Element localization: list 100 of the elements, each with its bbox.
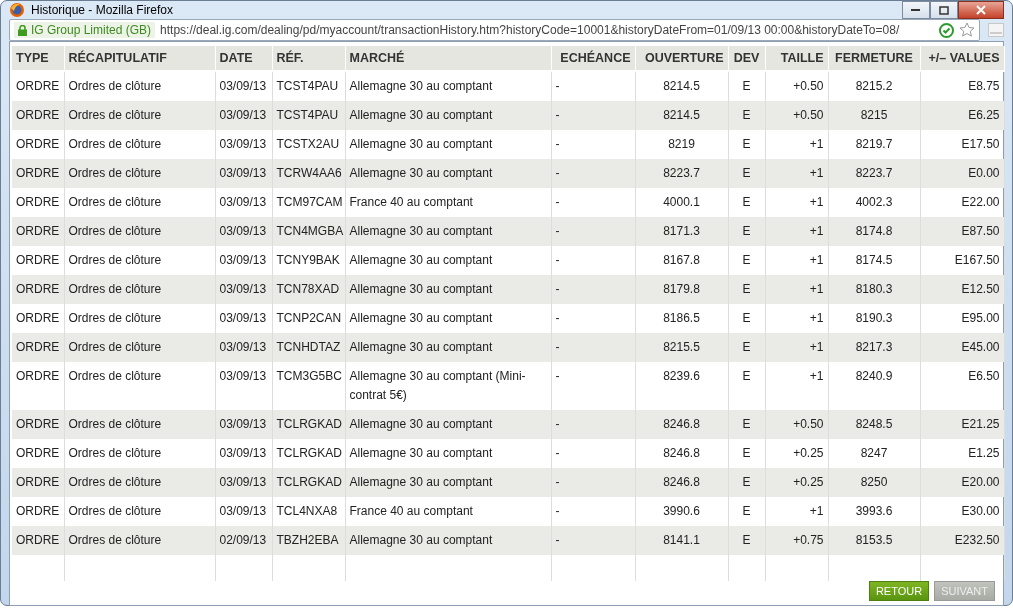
column-header[interactable]: TYPE — [12, 46, 64, 71]
table-cell: 03/09/13 — [215, 101, 272, 130]
table-cell: Ordres de clôture — [64, 468, 215, 497]
table-cell: 8217.3 — [828, 333, 920, 362]
table-cell: 8179.8 — [635, 275, 728, 304]
column-header[interactable]: MARCHÉ — [345, 46, 551, 71]
table-cell: 03/09/13 — [215, 275, 272, 304]
table-cell: ORDRE — [12, 468, 64, 497]
table-cell: +0.50 — [765, 410, 828, 439]
table-cell: Ordres de clôture — [64, 217, 215, 246]
table-cell: 8248.5 — [828, 410, 920, 439]
table-cell: Allemagne 30 au comptant — [345, 410, 551, 439]
column-header[interactable]: TAILLE — [765, 46, 828, 71]
table-cell: Allemagne 30 au comptant — [345, 217, 551, 246]
table-cell: E — [728, 275, 765, 304]
minimize-button[interactable] — [902, 1, 930, 19]
column-header[interactable]: OUVERTURE — [635, 46, 728, 71]
table-cell: E — [728, 159, 765, 188]
lock-icon — [18, 24, 27, 36]
table-cell: E21.25 — [920, 410, 1004, 439]
table-cell: TBZH2EBA — [272, 526, 345, 555]
table-cell: +1 — [765, 333, 828, 362]
table-cell: E0.00 — [920, 159, 1004, 188]
close-button[interactable] — [958, 1, 1004, 19]
table-cell: ORDRE — [12, 333, 64, 362]
table-cell: Allemagne 30 au comptant — [345, 275, 551, 304]
table-cell: E — [728, 333, 765, 362]
table-cell: 8141.1 — [635, 526, 728, 555]
table-cell: - — [551, 526, 635, 555]
table-cell: Ordres de clôture — [64, 410, 215, 439]
table-cell: E — [728, 217, 765, 246]
table-cell: 8153.5 — [828, 526, 920, 555]
table-cell: - — [551, 275, 635, 304]
table-cell: - — [551, 217, 635, 246]
column-header[interactable]: ECHÉANCE — [551, 46, 635, 71]
table-cell: E87.50 — [920, 217, 1004, 246]
table-cell: +0.25 — [765, 468, 828, 497]
column-header[interactable]: DEV — [728, 46, 765, 71]
table-cell: 8215.5 — [635, 333, 728, 362]
table-cell: ORDRE — [12, 101, 64, 130]
table-cell: +1 — [765, 217, 828, 246]
table-cell: TCN4MGBA — [272, 217, 345, 246]
column-header[interactable]: RÉF. — [272, 46, 345, 71]
minimize-icon — [911, 8, 921, 12]
table-cell: +0.75 — [765, 526, 828, 555]
table-cell: - — [551, 410, 635, 439]
column-header[interactable]: DATE — [215, 46, 272, 71]
star-icon[interactable] — [959, 22, 975, 38]
table-cell: 8223.7 — [828, 159, 920, 188]
table-cell: 03/09/13 — [215, 333, 272, 362]
table-cell: - — [551, 468, 635, 497]
maximize-icon — [939, 5, 949, 15]
table-cell: +1 — [765, 275, 828, 304]
table-cell: ORDRE — [12, 159, 64, 188]
column-header[interactable]: +/– VALUES — [920, 46, 1004, 71]
table-cell: Ordres de clôture — [64, 159, 215, 188]
table-cell: 8174.8 — [828, 217, 920, 246]
table-cell: E — [728, 468, 765, 497]
table-cell: E6.25 — [920, 101, 1004, 130]
address-field[interactable]: IG Group Limited (GB) https://deal.ig.com/dealing/pd/myaccount/transactionHistory.htm?historyCode=10001&historyDateFrom=01/09/13 00:00&historyDateTo=08/ — [9, 19, 980, 41]
table-cell: E — [728, 526, 765, 555]
table-cell: ORDRE — [12, 526, 64, 555]
table-cell: 8246.8 — [635, 468, 728, 497]
maximize-button[interactable] — [930, 1, 958, 19]
table-cell: TCRW4AA6 — [272, 159, 345, 188]
table-cell: TCST4PAU — [272, 101, 345, 130]
table-cell: 02/09/13 — [215, 526, 272, 555]
table-cell: Allemagne 30 au comptant — [345, 526, 551, 555]
table-cell: E — [728, 101, 765, 130]
table-cell: 03/09/13 — [215, 468, 272, 497]
window-title: Historique - Mozilla Firefox — [31, 3, 174, 17]
table-cell: E232.50 — [920, 526, 1004, 555]
browser-logo-icon — [9, 2, 25, 18]
close-icon — [976, 5, 986, 15]
table-cell: E20.00 — [920, 468, 1004, 497]
table-cell: Ordres de clôture — [64, 101, 215, 130]
table-cell: E12.50 — [920, 275, 1004, 304]
table-cell: TCN78XAD — [272, 275, 345, 304]
table-cell: Allemagne 30 au comptant — [345, 333, 551, 362]
table-cell: ORDRE — [12, 410, 64, 439]
table-cell: 8246.8 — [635, 410, 728, 439]
column-header[interactable]: FERMETURE — [828, 46, 920, 71]
url-text: https://deal.ig.com/dealing/pd/myaccount/transactionHistory.htm?historyCode=10001&historyDateFrom=01/09/13 00:00&historyDateTo=08/ — [160, 23, 901, 37]
table-cell: 8223.7 — [635, 159, 728, 188]
table-cell: - — [551, 333, 635, 362]
table-cell: 8171.3 — [635, 217, 728, 246]
table-cell: - — [551, 159, 635, 188]
table-cell: TCNHDTAZ — [272, 333, 345, 362]
table-cell: +0.50 — [765, 101, 828, 130]
table-cell: 8215 — [828, 101, 920, 130]
column-header[interactable]: RÉCAPITULATIF — [64, 46, 215, 71]
table-cell: 8214.5 — [635, 101, 728, 130]
table-cell: Allemagne 30 au comptant — [345, 159, 551, 188]
table-cell: +1 — [765, 159, 828, 188]
table-cell: Allemagne 30 au comptant — [345, 468, 551, 497]
table-cell: 8250 — [828, 468, 920, 497]
table-cell: 03/09/13 — [215, 410, 272, 439]
site-identity-badge[interactable]: IG Group Limited (GB) — [14, 22, 156, 38]
table-cell: - — [551, 101, 635, 130]
table-cell: 03/09/13 — [215, 159, 272, 188]
